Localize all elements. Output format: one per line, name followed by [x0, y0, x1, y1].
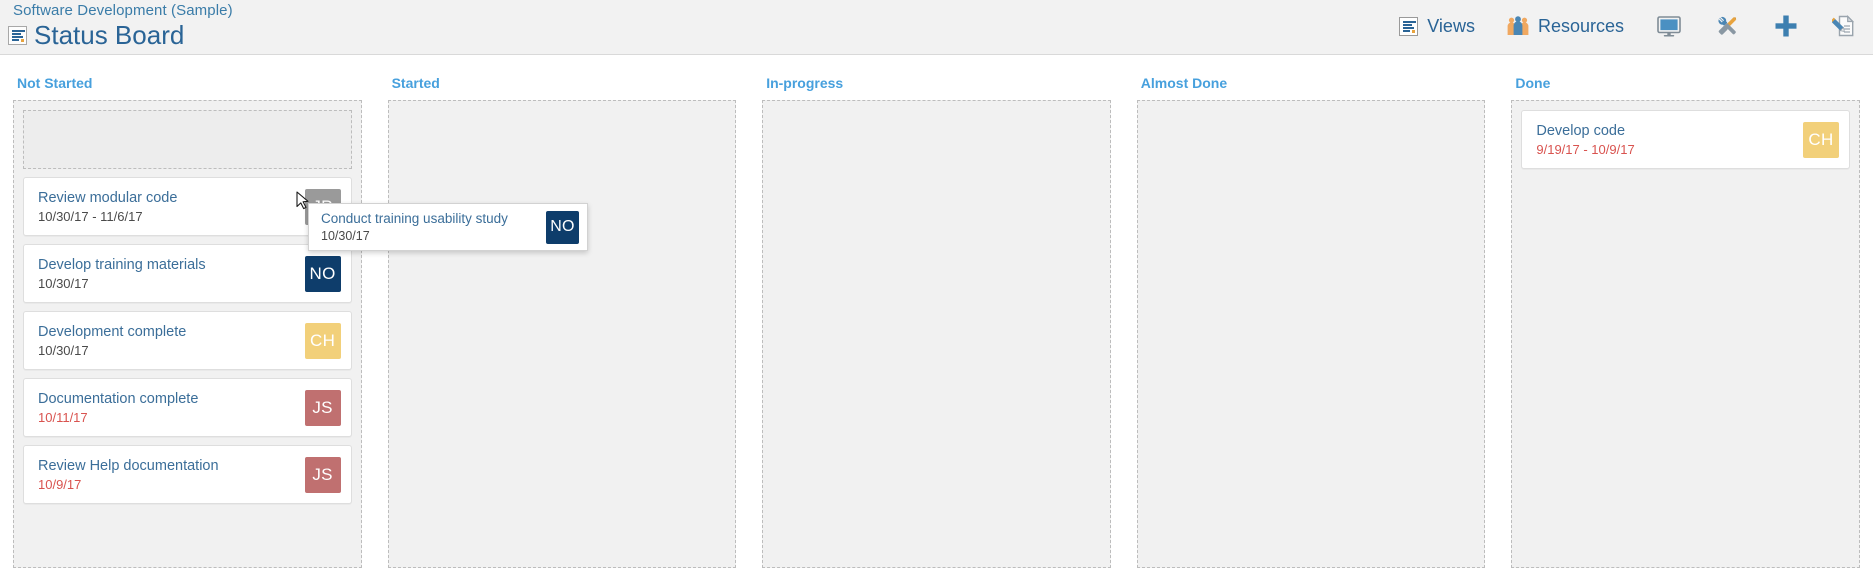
column-title: Done: [1515, 75, 1551, 91]
task-title: Review modular code: [38, 189, 178, 206]
column-dropzone[interactable]: [387, 100, 737, 568]
task-card[interactable]: Documentation complete 10/11/17 JS: [23, 378, 352, 437]
tools-button[interactable]: [1698, 9, 1757, 43]
column-title: In-progress: [766, 75, 844, 91]
board-column-started: Started: [375, 55, 750, 568]
task-card-text: Documentation complete 10/11/17: [38, 391, 198, 425]
add-button[interactable]: [1757, 9, 1815, 43]
task-date: 10/30/17: [321, 229, 370, 243]
task-card-text: Develop training materials 10/30/17: [38, 257, 206, 291]
task-card[interactable]: Develop code 9/19/17 - 10/9/17 CH: [1521, 110, 1850, 169]
task-card[interactable]: Review modular code 10/30/17 - 11/6/17 J…: [23, 177, 352, 236]
board-column-not-started: Not Started Review modular code 10/30/17…: [0, 55, 375, 568]
task-card-text: Develop code 9/19/17 - 10/9/17: [1536, 123, 1634, 157]
avatar[interactable]: NO: [304, 255, 341, 292]
task-title: Development complete: [38, 323, 187, 340]
column-dropzone[interactable]: [1136, 100, 1486, 568]
resources-icon: [1507, 16, 1529, 36]
app-header: Software Development (Sample) Status Boa…: [0, 0, 1873, 55]
dragged-task-card[interactable]: Conduct training usability study 10/30/1…: [308, 203, 588, 251]
task-card[interactable]: Develop training materials 10/30/17 NO: [23, 244, 352, 303]
task-date: 9/19/17 - 10/9/17: [1536, 141, 1635, 157]
resources-button[interactable]: Resources: [1491, 9, 1640, 43]
task-date: 10/30/17: [38, 342, 89, 358]
task-card-text: Conduct training usability study 10/30/1…: [321, 211, 508, 243]
avatar[interactable]: CH: [1802, 121, 1839, 158]
monitor-button[interactable]: [1640, 9, 1698, 43]
task-card[interactable]: Development complete 10/30/17 CH: [23, 311, 352, 370]
board-icon: [8, 25, 27, 45]
task-date: 10/9/17: [38, 476, 82, 492]
column-dropzone[interactable]: Review modular code 10/30/17 - 11/6/17 J…: [13, 100, 362, 568]
page-title: Status Board: [34, 20, 185, 50]
task-card-text: Review modular code 10/30/17 - 11/6/17: [38, 190, 177, 224]
board-column-almost-done: Almost Done: [1124, 55, 1499, 568]
board-column-done: Done Develop code 9/19/17 - 10/9/17 CH: [1498, 55, 1873, 568]
avatar[interactable]: NO: [546, 210, 579, 244]
tools-icon: [1715, 14, 1740, 38]
column-title: Started: [391, 75, 440, 91]
column-title: Not Started: [17, 75, 93, 91]
page-title-row: Status Board: [8, 22, 233, 48]
task-card-text: Development complete 10/30/17: [38, 324, 186, 358]
task-title: Review Help documentation: [38, 457, 219, 474]
views-icon: [1399, 16, 1419, 36]
avatar[interactable]: JS: [304, 456, 341, 493]
breadcrumb[interactable]: Software Development (Sample): [8, 0, 233, 18]
header-toolbar: Views Resources: [1383, 9, 1873, 43]
status-board: Not Started Review modular code 10/30/17…: [0, 55, 1873, 568]
column-title: Almost Done: [1140, 75, 1228, 91]
board-column-in-progress: In-progress: [749, 55, 1124, 568]
task-card[interactable]: Review Help documentation 10/9/17 JS: [23, 445, 352, 504]
task-title: Documentation complete: [38, 390, 199, 407]
column-dropzone[interactable]: Develop code 9/19/17 - 10/9/17 CH: [1511, 100, 1860, 568]
title-block: Software Development (Sample) Status Boa…: [0, 0, 233, 48]
card-drop-placeholder[interactable]: [23, 110, 352, 169]
views-label: Views: [1427, 15, 1475, 36]
edit-document-button[interactable]: [1815, 9, 1873, 43]
task-date: 10/30/17 - 11/6/17: [38, 208, 143, 224]
task-date: 10/30/17: [38, 275, 89, 291]
task-date: 10/11/17: [38, 409, 88, 425]
resources-label: Resources: [1537, 15, 1624, 36]
edit-document-icon: [1832, 14, 1856, 38]
monitor-icon: [1657, 15, 1681, 37]
avatar[interactable]: CH: [304, 322, 341, 359]
avatar[interactable]: JS: [304, 389, 341, 426]
task-title: Develop code: [1536, 122, 1626, 139]
task-card-text: Review Help documentation 10/9/17: [38, 458, 219, 492]
task-title: Develop training materials: [38, 256, 206, 273]
plus-icon: [1774, 14, 1798, 38]
task-title: Conduct training usability study: [321, 211, 508, 226]
views-button[interactable]: Views: [1383, 9, 1491, 43]
column-dropzone[interactable]: [762, 100, 1111, 568]
